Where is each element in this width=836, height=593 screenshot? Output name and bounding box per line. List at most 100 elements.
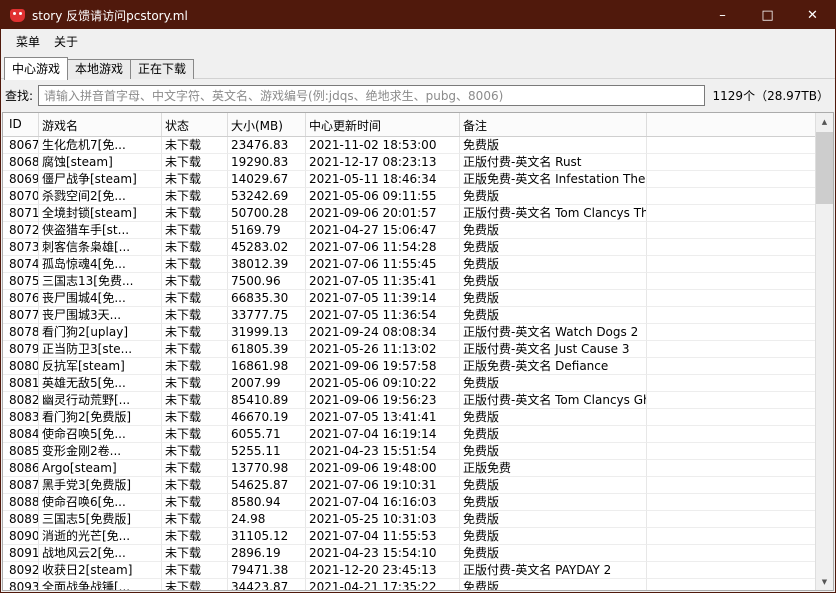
col-header-id[interactable]: ID	[3, 113, 39, 136]
cell-updated: 2021-07-06 19:10:31	[306, 477, 460, 494]
cell-updated: 2021-07-05 13:41:41	[306, 409, 460, 426]
cell-updated: 2021-11-02 18:53:00	[306, 137, 460, 154]
table-row[interactable]: 8069僵尸战争[steam]未下载14029.672021-05-11 18:…	[3, 171, 815, 188]
table-row[interactable]: 8082幽灵行动荒野[...未下载85410.892021-09-06 19:5…	[3, 392, 815, 409]
cell-updated: 2021-04-23 15:54:10	[306, 545, 460, 562]
window-controls: – □ ✕	[700, 1, 835, 29]
cell-status: 未下载	[162, 239, 228, 256]
table-row[interactable]: 8086Argo[steam]未下载13770.982021-09-06 19:…	[3, 460, 815, 477]
cell-game-name: 收获日2[steam]	[39, 562, 162, 579]
cell-filler	[647, 171, 815, 188]
cell-game-name: 反抗军[steam]	[39, 358, 162, 375]
cell-id: 8079	[3, 341, 39, 358]
cell-note: 免费版	[460, 137, 647, 154]
cell-size: 19290.83	[228, 154, 306, 171]
cell-id: 8072	[3, 222, 39, 239]
cell-updated: 2021-07-05 11:36:54	[306, 307, 460, 324]
cell-note: 免费版	[460, 273, 647, 290]
table-row[interactable]: 8078看门狗2[uplay]未下载31999.132021-09-24 08:…	[3, 324, 815, 341]
minimize-icon[interactable]: –	[700, 1, 745, 29]
table-row[interactable]: 8088使命召唤6[免...未下载8580.942021-07-04 16:16…	[3, 494, 815, 511]
search-label: 查找:	[5, 87, 33, 104]
scrollbar-thumb[interactable]	[816, 132, 833, 204]
cell-filler	[647, 222, 815, 239]
cell-id: 8073	[3, 239, 39, 256]
cell-status: 未下载	[162, 460, 228, 477]
cell-id: 8069	[3, 171, 39, 188]
table-row[interactable]: 8079正当防卫3[ste...未下载61805.392021-05-26 11…	[3, 341, 815, 358]
cell-filler	[647, 358, 815, 375]
cell-game-name: 英雄无敌5[免...	[39, 375, 162, 392]
table-row[interactable]: 8090消逝的光芒[免...未下载31105.122021-07-04 11:5…	[3, 528, 815, 545]
cell-game-name: 全面战争战锤[...	[39, 579, 162, 590]
tab-local-games[interactable]: 本地游戏	[67, 59, 131, 79]
cell-game-name: 生化危机7[免...	[39, 137, 162, 154]
cell-size: 5255.11	[228, 443, 306, 460]
table-row[interactable]: 8087黑手党3[免费版]未下载54625.872021-07-06 19:10…	[3, 477, 815, 494]
cell-updated: 2021-09-06 19:57:58	[306, 358, 460, 375]
table-row[interactable]: 8075三国志13[免费...未下载7500.962021-07-05 11:3…	[3, 273, 815, 290]
table-row[interactable]: 8080反抗军[steam]未下载16861.982021-09-06 19:5…	[3, 358, 815, 375]
table-row[interactable]: 8076丧尸围城4[免...未下载66835.302021-07-05 11:3…	[3, 290, 815, 307]
table-row[interactable]: 8089三国志5[免费版]未下载24.982021-05-25 10:31:03…	[3, 511, 815, 528]
cell-game-name: 看门狗2[免费版]	[39, 409, 162, 426]
cell-size: 46670.19	[228, 409, 306, 426]
cell-game-name: 正当防卫3[ste...	[39, 341, 162, 358]
cell-size: 45283.02	[228, 239, 306, 256]
cell-status: 未下载	[162, 324, 228, 341]
cell-size: 66835.30	[228, 290, 306, 307]
col-header-note[interactable]: 备注	[460, 113, 647, 136]
menu-item-menu[interactable]: 菜单	[9, 31, 47, 52]
cell-game-name: 看门狗2[uplay]	[39, 324, 162, 341]
cell-id: 8068	[3, 154, 39, 171]
cell-note: 免费版	[460, 545, 647, 562]
table-row[interactable]: 8077丧尸围城3天...未下载33777.752021-07-05 11:36…	[3, 307, 815, 324]
table-row[interactable]: 8093全面战争战锤[...未下载34423.872021-04-21 17:3…	[3, 579, 815, 590]
maximize-icon[interactable]: □	[745, 1, 790, 29]
table-row[interactable]: 8068腐蚀[steam]未下载19290.832021-12-17 08:23…	[3, 154, 815, 171]
col-header-status[interactable]: 状态	[162, 113, 228, 136]
cell-note: 免费版	[460, 188, 647, 205]
cell-size: 33777.75	[228, 307, 306, 324]
table-row[interactable]: 8084使命召唤5[免...未下载6055.712021-07-04 16:19…	[3, 426, 815, 443]
table-row[interactable]: 8085变形金刚2卷...未下载5255.112021-04-23 15:51:…	[3, 443, 815, 460]
app-icon[interactable]	[10, 9, 25, 22]
table-row[interactable]: 8091战地风云2[免...未下载2896.192021-04-23 15:54…	[3, 545, 815, 562]
cell-filler	[647, 307, 815, 324]
cell-size: 61805.39	[228, 341, 306, 358]
tab-center-games[interactable]: 中心游戏	[4, 57, 68, 80]
search-row: 查找: 1129个（28.97TB）	[1, 79, 835, 112]
col-header-game-name[interactable]: 游戏名	[39, 113, 162, 136]
menu-item-about[interactable]: 关于	[47, 31, 85, 52]
cell-id: 8074	[3, 256, 39, 273]
search-input[interactable]	[38, 85, 704, 106]
cell-note: 免费版	[460, 426, 647, 443]
vertical-scrollbar[interactable]: ▲ ▼	[815, 113, 833, 590]
cell-size: 54625.87	[228, 477, 306, 494]
cell-note: 正版付费-英文名 Just Cause 3	[460, 341, 647, 358]
table-row[interactable]: 8067生化危机7[免...未下载23476.832021-11-02 18:5…	[3, 137, 815, 154]
table-row[interactable]: 8081英雄无敌5[免...未下载2007.992021-05-06 09:10…	[3, 375, 815, 392]
table-row[interactable]: 8070杀戮空间2[免...未下载53242.692021-05-06 09:1…	[3, 188, 815, 205]
cell-game-name: 刺客信条枭雄[...	[39, 239, 162, 256]
table-row[interactable]: 8083看门狗2[免费版]未下载46670.192021-07-05 13:41…	[3, 409, 815, 426]
close-icon[interactable]: ✕	[790, 1, 835, 29]
tab-downloading[interactable]: 正在下载	[130, 59, 194, 79]
scroll-down-icon[interactable]: ▼	[816, 573, 833, 590]
table-row[interactable]: 8074孤岛惊魂4[免...未下载38012.392021-07-06 11:5…	[3, 256, 815, 273]
cell-updated: 2021-07-04 16:19:14	[306, 426, 460, 443]
cell-id: 8091	[3, 545, 39, 562]
table-header: ID 游戏名 状态 大小(MB) 中心更新时间 备注	[3, 113, 815, 137]
col-header-size[interactable]: 大小(MB)	[228, 113, 306, 136]
cell-status: 未下载	[162, 579, 228, 590]
table-row[interactable]: 8071全境封锁[steam]未下载50700.282021-09-06 20:…	[3, 205, 815, 222]
table-row[interactable]: 8073刺客信条枭雄[...未下载45283.022021-07-06 11:5…	[3, 239, 815, 256]
cell-updated: 2021-07-04 11:55:53	[306, 528, 460, 545]
cell-updated: 2021-07-05 11:39:14	[306, 290, 460, 307]
scroll-up-icon[interactable]: ▲	[816, 113, 833, 130]
table-row[interactable]: 8072侠盗猎车手[st...未下载5169.792021-04-27 15:0…	[3, 222, 815, 239]
table-row[interactable]: 8092收获日2[steam]未下载79471.382021-12-20 23:…	[3, 562, 815, 579]
cell-game-name: 僵尸战争[steam]	[39, 171, 162, 188]
col-header-updated[interactable]: 中心更新时间	[306, 113, 460, 136]
cell-status: 未下载	[162, 154, 228, 171]
